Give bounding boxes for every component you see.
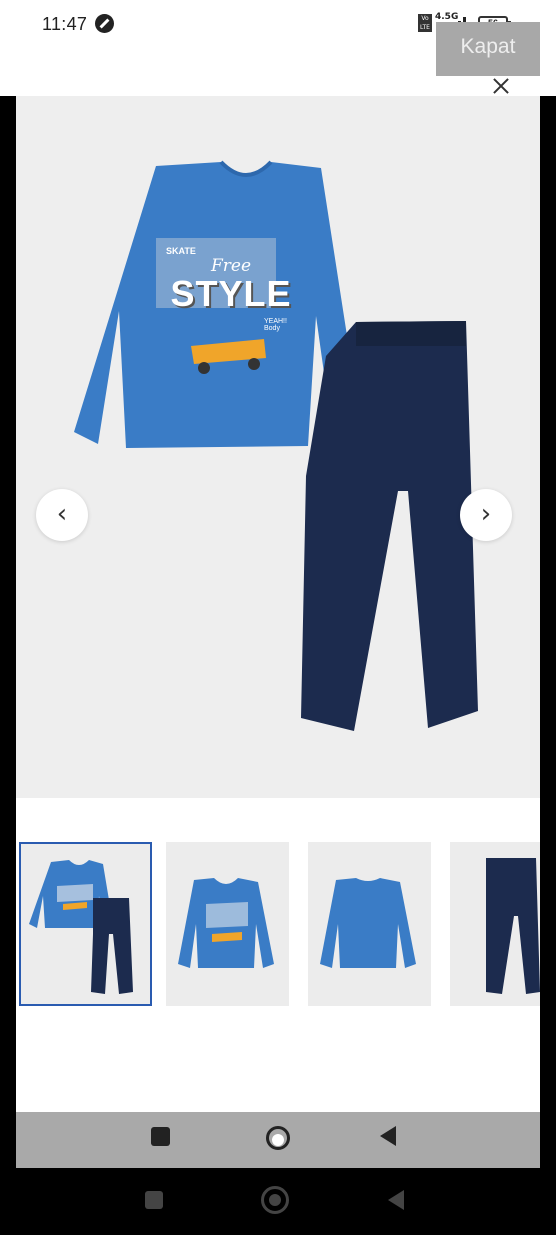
volte-icon: Vo LTE — [418, 14, 432, 32]
thumbnail-pants[interactable] — [450, 842, 540, 1006]
print-text: SKATE Free Style YEAH!! Body — [166, 246, 296, 332]
close-icon[interactable] — [489, 74, 513, 98]
recent-apps-icon[interactable] — [151, 1127, 170, 1146]
status-time: 11:47 — [42, 14, 88, 34]
chevron-right-icon: › — [480, 499, 492, 529]
thumb-set-image — [29, 860, 133, 994]
status-bar: 11:47 Vo LTE 4.5G 56 Kapat — [0, 0, 556, 96]
system-recent-apps-icon[interactable] — [145, 1191, 163, 1209]
system-navigation-bar — [0, 1168, 556, 1235]
thumbnail-shirt-back[interactable] — [308, 842, 431, 1006]
product-illustration — [74, 160, 478, 731]
thumbnail-set[interactable] — [19, 842, 152, 1006]
inner-navigation-bar — [16, 1112, 540, 1168]
pants-illustration — [301, 321, 478, 731]
next-image-button[interactable]: › — [460, 489, 512, 541]
thumb-pants-image — [486, 858, 540, 994]
home-icon[interactable] — [260, 1120, 296, 1156]
main-product-image[interactable]: SKATE Free Style YEAH!! Body ‹ › — [16, 96, 540, 798]
kapat-button[interactable]: Kapat — [436, 22, 540, 76]
system-back-icon[interactable] — [388, 1190, 404, 1210]
thumb-shirt-back-image — [320, 878, 416, 968]
system-home-icon[interactable] — [261, 1186, 289, 1214]
print-badge: SKATE — [166, 246, 196, 256]
dnd-icon — [95, 14, 114, 33]
thumbnail-shirt-front[interactable] — [166, 842, 289, 1006]
back-icon[interactable] — [380, 1126, 396, 1146]
print-line-2: Style — [170, 273, 292, 314]
chevron-left-icon: ‹ — [56, 499, 68, 529]
prev-image-button[interactable]: ‹ — [36, 489, 88, 541]
print-side-text: YEAH!! Body — [264, 318, 287, 332]
screen: 11:47 Vo LTE 4.5G 56 Kapat — [0, 0, 556, 1235]
thumb-shirt-front-image — [178, 878, 274, 968]
